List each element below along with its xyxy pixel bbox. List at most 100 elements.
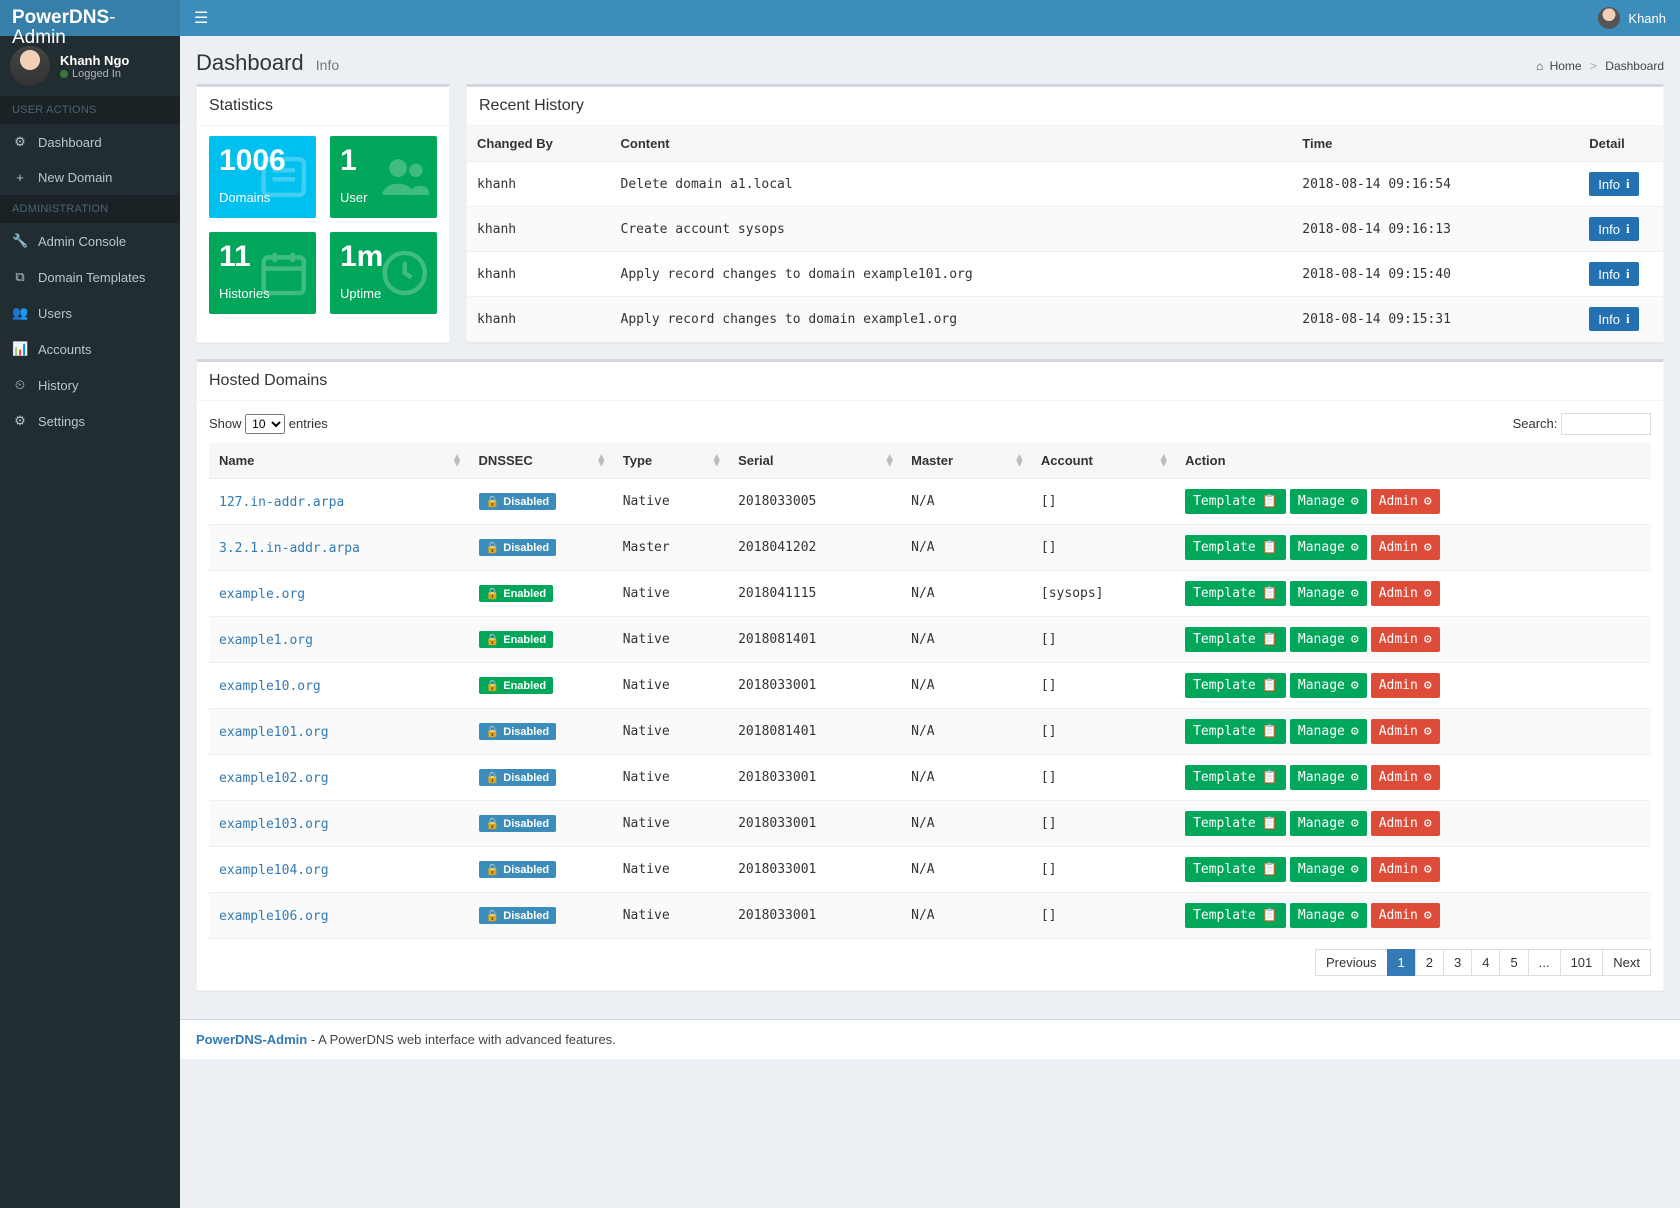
history-by: khanh [467,252,611,297]
domain-link[interactable]: example101.org [219,725,329,740]
domain-link[interactable]: example103.org [219,817,329,832]
manage-button[interactable]: Manage ⚙ [1290,627,1367,652]
col-type[interactable]: Type▲▼ [613,443,728,479]
dnssec-badge: 🔒Enabled [479,677,554,694]
domain-master: N/A [901,663,1031,709]
manage-button[interactable]: Manage ⚙ [1290,903,1367,928]
domain-account: [] [1031,801,1175,847]
domain-row: example104.org🔒DisabledNative2018033001N… [209,847,1651,893]
template-button[interactable]: Template 📋 [1185,627,1286,652]
domain-link[interactable]: example10.org [219,679,321,694]
domain-link[interactable]: example.org [219,587,305,602]
admin-button[interactable]: Admin ⚙ [1371,903,1440,928]
domain-link[interactable]: example102.org [219,771,329,786]
col-account[interactable]: Account▲▼ [1031,443,1175,479]
breadcrumb: ⌂ Home > Dashboard [1536,59,1664,73]
sort-icon: ▲▼ [1014,454,1025,467]
page-3[interactable]: 3 [1443,949,1472,976]
info-icon: i [1626,311,1630,327]
info-button[interactable]: Info i [1589,307,1638,331]
sidebar-item-new-domain[interactable]: +New Domain [0,160,180,195]
gear-icon: ⚙ [1424,678,1432,693]
template-button[interactable]: Template 📋 [1185,719,1286,744]
sidebar-item-domain-templates[interactable]: ⧉Domain Templates [0,259,180,295]
history-time: 2018-08-14 09:16:13 [1292,207,1579,252]
col-name[interactable]: Name▲▼ [209,443,469,479]
template-button[interactable]: Template 📋 [1185,857,1286,882]
page-...[interactable]: ... [1528,949,1561,976]
domain-type: Native [613,479,728,525]
admin-button[interactable]: Admin ⚙ [1371,811,1440,836]
sidebar-item-history[interactable]: ⏲History [0,367,180,403]
lock-icon: 🔒 [486,541,500,554]
page-prev[interactable]: Previous [1315,949,1388,976]
template-button[interactable]: Template 📋 [1185,581,1286,606]
template-button[interactable]: Template 📋 [1185,673,1286,698]
admin-button[interactable]: Admin ⚙ [1371,581,1440,606]
entries-select[interactable]: 10 [245,414,285,434]
home-icon: ⌂ [1536,59,1543,73]
admin-button[interactable]: Admin ⚙ [1371,627,1440,652]
page-5[interactable]: 5 [1499,949,1528,976]
col-serial[interactable]: Serial▲▼ [728,443,901,479]
sidebar-item-admin-console[interactable]: 🔧Admin Console [0,223,180,259]
col-master[interactable]: Master▲▼ [901,443,1031,479]
manage-button[interactable]: Manage ⚙ [1290,765,1367,790]
domain-link[interactable]: 127.in-addr.arpa [219,495,344,510]
domain-link[interactable]: example104.org [219,863,329,878]
info-button[interactable]: Info i [1589,262,1638,286]
page-1[interactable]: 1 [1387,949,1416,976]
stat-user[interactable]: 1User [330,136,437,218]
manage-button[interactable]: Manage ⚙ [1290,857,1367,882]
admin-button[interactable]: Admin ⚙ [1371,535,1440,560]
col-changed-by: Changed By [467,126,611,162]
manage-button[interactable]: Manage ⚙ [1290,719,1367,744]
stat-uptime[interactable]: 1mUptime [330,232,437,314]
gear-icon: ⚙ [1424,862,1432,877]
topbar-user-menu[interactable]: Khanh [1598,7,1666,29]
info-button[interactable]: Info i [1589,217,1638,241]
search-input[interactable] [1561,413,1651,435]
template-button[interactable]: Template 📋 [1185,489,1286,514]
gear-icon: ⚙ [1424,632,1432,647]
admin-button[interactable]: Admin ⚙ [1371,673,1440,698]
manage-button[interactable]: Manage ⚙ [1290,811,1367,836]
template-button[interactable]: Template 📋 [1185,535,1286,560]
page-4[interactable]: 4 [1471,949,1500,976]
page-next[interactable]: Next [1602,949,1651,976]
manage-button[interactable]: Manage ⚙ [1290,489,1367,514]
gear-icon: ⚙ [1351,816,1359,831]
sidebar-item-settings[interactable]: ⚙Settings [0,403,180,439]
domain-link[interactable]: example1.org [219,633,313,648]
app-logo[interactable]: PowerDNS-Admin [0,0,180,36]
template-button[interactable]: Template 📋 [1185,903,1286,928]
template-button[interactable]: Template 📋 [1185,765,1286,790]
manage-button[interactable]: Manage ⚙ [1290,673,1367,698]
template-button[interactable]: Template 📋 [1185,811,1286,836]
admin-button[interactable]: Admin ⚙ [1371,489,1440,514]
gear-icon: ⚙ [1351,862,1359,877]
sidebar-item-users[interactable]: 👥Users [0,295,180,331]
admin-button[interactable]: Admin ⚙ [1371,765,1440,790]
footer-brand-link[interactable]: PowerDNS-Admin [196,1032,307,1047]
info-button[interactable]: Info i [1589,172,1638,196]
manage-button[interactable]: Manage ⚙ [1290,535,1367,560]
domain-master: N/A [901,893,1031,939]
sidebar-item-dashboard[interactable]: ⚙Dashboard [0,124,180,160]
sidebar-item-accounts[interactable]: 📊Accounts [0,331,180,367]
manage-button[interactable]: Manage ⚙ [1290,581,1367,606]
admin-button[interactable]: Admin ⚙ [1371,857,1440,882]
toggle-sidebar-button[interactable]: ☰ [194,8,208,28]
stat-histories[interactable]: 11Histories [209,232,316,314]
admin-button[interactable]: Admin ⚙ [1371,719,1440,744]
col-dnssec[interactable]: DNSSEC▲▼ [469,443,613,479]
stat-domains[interactable]: 1006Domains [209,136,316,218]
page-2[interactable]: 2 [1415,949,1444,976]
dnssec-badge: 🔒Disabled [479,539,557,556]
copy-icon: 📋 [1262,816,1278,831]
domain-link[interactable]: example106.org [219,909,329,924]
domain-link[interactable]: 3.2.1.in-addr.arpa [219,541,360,556]
copy-icon: 📋 [1262,678,1278,693]
breadcrumb-home[interactable]: Home [1550,59,1582,73]
page-101[interactable]: 101 [1560,949,1604,976]
